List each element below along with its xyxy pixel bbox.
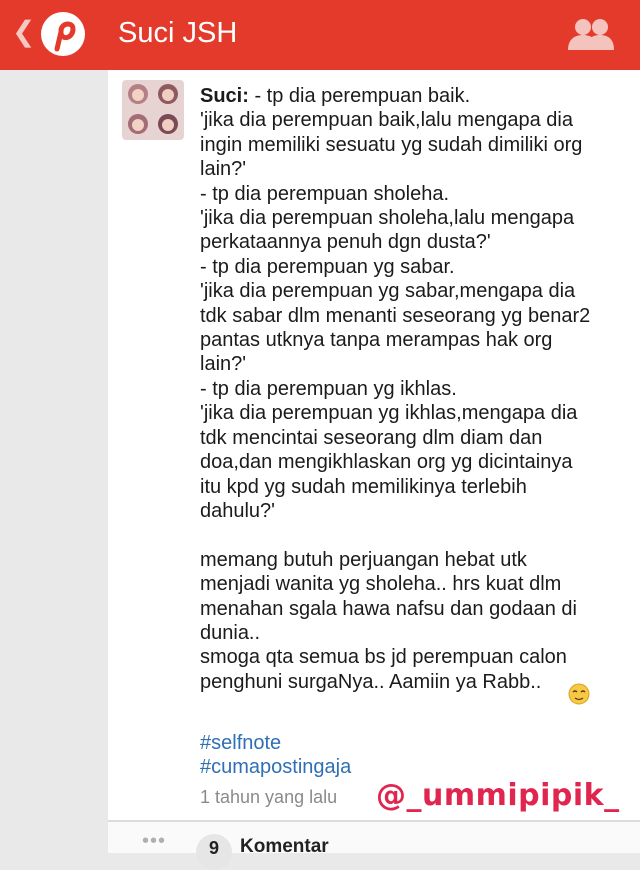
hashtag-link[interactable]: #cumapostingaja [200, 755, 351, 779]
profile-title: Suci JSH [118, 17, 238, 49]
comment-label[interactable]: Komentar [240, 836, 329, 858]
caption-text: - tp dia perempuan baik. 'jika dia perem… [200, 85, 591, 693]
post-timestamp: 1 tahun yang lalu [200, 787, 338, 807]
back-chevron-icon[interactable]: ❮ [12, 17, 35, 47]
relieved-face-emoji-icon [568, 683, 590, 705]
comment-count-badge[interactable]: 9 [196, 834, 232, 870]
pinterest-logo-icon[interactable] [40, 11, 86, 57]
watermark-text: @_ummipipik_ [376, 778, 620, 813]
top-app-bar: ❮ Suci JSH [0, 0, 640, 70]
caption-username[interactable]: Suci: [200, 85, 249, 107]
avatar[interactable] [122, 80, 184, 140]
people-icon[interactable] [566, 17, 616, 51]
hashtag-list: #selfnote #cumapostingaja [200, 731, 351, 780]
left-margin [0, 70, 108, 853]
more-options-icon[interactable]: ••• [142, 831, 166, 851]
post-caption: Suci: - tp dia perempuan baik. 'jika dia… [200, 84, 630, 694]
comment-bar [108, 822, 640, 853]
hashtag-link[interactable]: #selfnote [200, 731, 351, 755]
